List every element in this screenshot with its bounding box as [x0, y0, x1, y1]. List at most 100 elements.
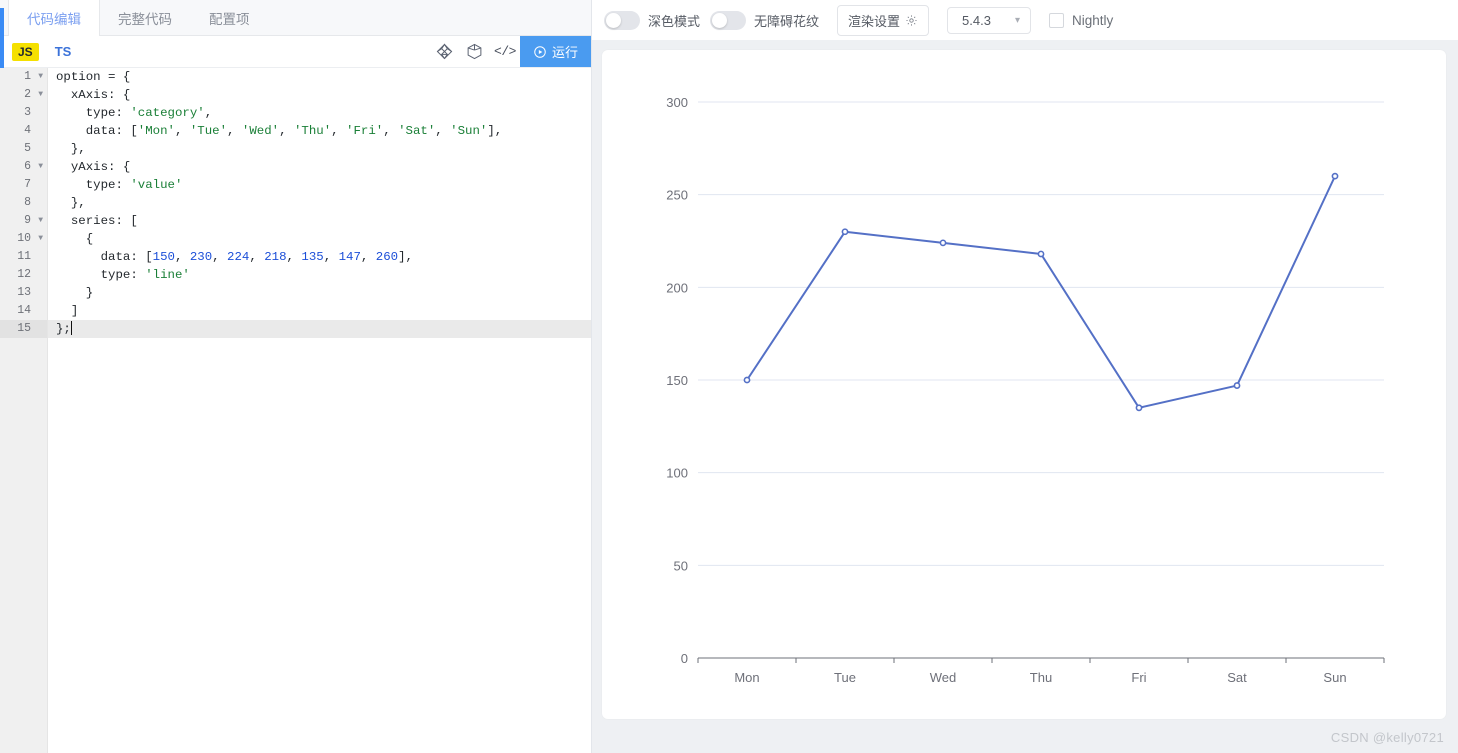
dark-mode-toggle[interactable]	[604, 10, 640, 30]
line-number: 4▼	[0, 122, 48, 140]
accessibility-pattern-toggle[interactable]	[710, 10, 747, 30]
code-line-text: yAxis: {	[56, 160, 131, 174]
data-point[interactable]	[939, 239, 947, 247]
lang-ts-button[interactable]: TS	[55, 44, 72, 59]
code-line-text: type: 'value'	[56, 178, 183, 192]
code-line[interactable]: 1 ▼ option = {	[0, 68, 591, 86]
dark-mode-label: 深色模式	[648, 13, 701, 29]
y-axis-tick-label: 100	[666, 466, 688, 481]
data-point[interactable]	[1233, 382, 1241, 389]
code-line[interactable]: 3▼ type: 'category',	[0, 104, 591, 122]
run-button-label: 运行	[551, 45, 578, 60]
editor-pane: 代码编辑 完整代码 配置项 JS TS </> 运行 1 ▼ option = …	[0, 0, 592, 753]
code-line-text: xAxis: {	[56, 88, 131, 102]
code-line[interactable]: 10 ▼ {	[0, 230, 591, 248]
y-axis-tick-label: 50	[674, 558, 688, 573]
line-number: 8▼	[0, 194, 48, 212]
x-axis-tick-label: Tue	[834, 670, 856, 685]
line-chart[interactable]: 0 50 100 150 200 250 300 Mon Tue Wed Thu Fri Sat Sun	[602, 50, 1446, 719]
y-axis-tick-label: 250	[666, 188, 688, 203]
line-number: 13▼	[0, 284, 48, 302]
nightly-checkbox[interactable]	[1049, 12, 1065, 28]
preview-toolbar: 深色模式 无障碍花纹 渲染设置 5.4.3 ▾ Nightly	[592, 0, 1458, 40]
nightly-checkbox-wrapper[interactable]: Nightly	[1049, 12, 1114, 28]
render-settings-label: 渲染设置	[848, 13, 901, 29]
code-line[interactable]: 6 ▼ yAxis: {	[0, 158, 591, 176]
line-number: 5▼	[0, 140, 48, 158]
y-axis-tick-label: 0	[681, 651, 688, 666]
line-number: 6 ▼	[0, 158, 48, 176]
chart-container: 0 50 100 150 200 250 300 Mon Tue Wed Thu Fri Sat Sun …	[592, 40, 1458, 753]
code-line-text: type: 'line'	[56, 268, 190, 282]
code-line[interactable]: 12▼ type: 'line'	[0, 266, 591, 284]
line-number: 7▼	[0, 176, 48, 194]
code-line-text: },	[56, 142, 86, 156]
code-line[interactable]: 11▼ data: [150, 230, 224, 218, 135, 147,…	[0, 248, 591, 266]
code-line[interactable]: 14▼ ]	[0, 302, 591, 320]
code-line[interactable]: 2 ▼ xAxis: {	[0, 86, 591, 104]
code-lines: 1▼option = {2▼ xAxis: {3▼ type: 'categor…	[0, 68, 591, 338]
data-point[interactable]	[743, 376, 751, 384]
tab-code-edit[interactable]: 代码编辑	[8, 0, 100, 36]
chevron-down-icon: ▾	[1015, 14, 1021, 26]
line-number: 3▼	[0, 104, 48, 122]
code-editor[interactable]: 1▼option = {2▼ xAxis: {3▼ type: 'categor…	[0, 68, 591, 753]
data-point[interactable]	[1331, 172, 1339, 180]
data-point[interactable]	[1037, 250, 1045, 258]
fold-arrow-icon[interactable]: ▼	[34, 235, 43, 243]
line-number: 15▼	[0, 320, 48, 338]
tab-code-edit-label: 代码编辑	[27, 11, 81, 27]
data-point[interactable]	[841, 228, 849, 236]
code-line-text: data: [150, 230, 224, 218, 135, 147, 260…	[56, 250, 413, 264]
code-line[interactable]: 4▼ data: ['Mon', 'Tue', 'Wed', 'Thu', 'F…	[0, 122, 591, 140]
play-circle-icon	[534, 45, 546, 58]
text-caret	[70, 321, 72, 335]
x-axis-tick-label: Thu	[1030, 670, 1052, 685]
code-line[interactable]: 9 ▼ series: [	[0, 212, 591, 230]
x-axis-tick-label: Sat	[1227, 670, 1247, 685]
line-number: 10 ▼	[0, 230, 48, 248]
render-settings-button[interactable]: 渲染设置	[837, 4, 930, 36]
cube-icon[interactable]	[460, 39, 490, 65]
accent-strip	[0, 8, 4, 68]
y-axis-tick-label: 150	[666, 373, 688, 388]
preview-pane: 深色模式 无障碍花纹 渲染设置 5.4.3 ▾ Nightly 050 100 …	[592, 0, 1458, 753]
data-point[interactable]	[1135, 404, 1143, 412]
code-line-text: };	[56, 321, 72, 336]
code-line[interactable]: 5▼ },	[0, 140, 591, 158]
code-line-text: series: [	[56, 214, 138, 228]
line-number: 14▼	[0, 302, 48, 320]
run-button[interactable]: 运行	[519, 36, 591, 67]
line-number: 1 ▼	[0, 68, 48, 86]
tab-options[interactable]: 配置项	[191, 0, 269, 35]
line-number: 2 ▼	[0, 86, 48, 104]
code-brackets-glyph: </>	[494, 44, 516, 59]
code-line[interactable]: 8▼ },	[0, 194, 591, 212]
version-select[interactable]: 5.4.3 ▾	[947, 6, 1032, 34]
code-line[interactable]: 7▼ type: 'value'	[0, 176, 591, 194]
gem-icon[interactable]	[430, 39, 460, 65]
fold-arrow-icon[interactable]: ▼	[34, 163, 43, 171]
tab-full-code[interactable]: 完整代码	[100, 0, 191, 35]
code-line[interactable]: 15▼};	[0, 320, 591, 338]
code-line-text: {	[56, 232, 94, 246]
gear-icon	[906, 14, 917, 26]
accessibility-pattern-label: 无障碍花纹	[754, 13, 820, 29]
code-line-text: type: 'category',	[56, 106, 213, 120]
line-number: 12▼	[0, 266, 48, 284]
fold-arrow-icon[interactable]: ▼	[34, 91, 43, 99]
version-select-value: 5.4.3	[962, 12, 991, 28]
code-line-text: },	[56, 196, 86, 210]
x-axis-tick-label: Wed	[930, 670, 957, 685]
fold-arrow-icon[interactable]: ▼	[34, 217, 43, 225]
code-line[interactable]: 13▼ }	[0, 284, 591, 302]
fold-arrow-icon[interactable]: ▼	[34, 73, 43, 81]
code-line-text: ]	[56, 304, 79, 318]
x-axis-tick-label: Fri	[1131, 670, 1146, 685]
series-line	[746, 175, 1336, 409]
tab-full-code-label: 完整代码	[118, 11, 172, 27]
nightly-label: Nightly	[1072, 12, 1114, 28]
lang-js-badge[interactable]: JS	[12, 42, 39, 61]
code-brackets-icon[interactable]: </>	[490, 39, 520, 65]
